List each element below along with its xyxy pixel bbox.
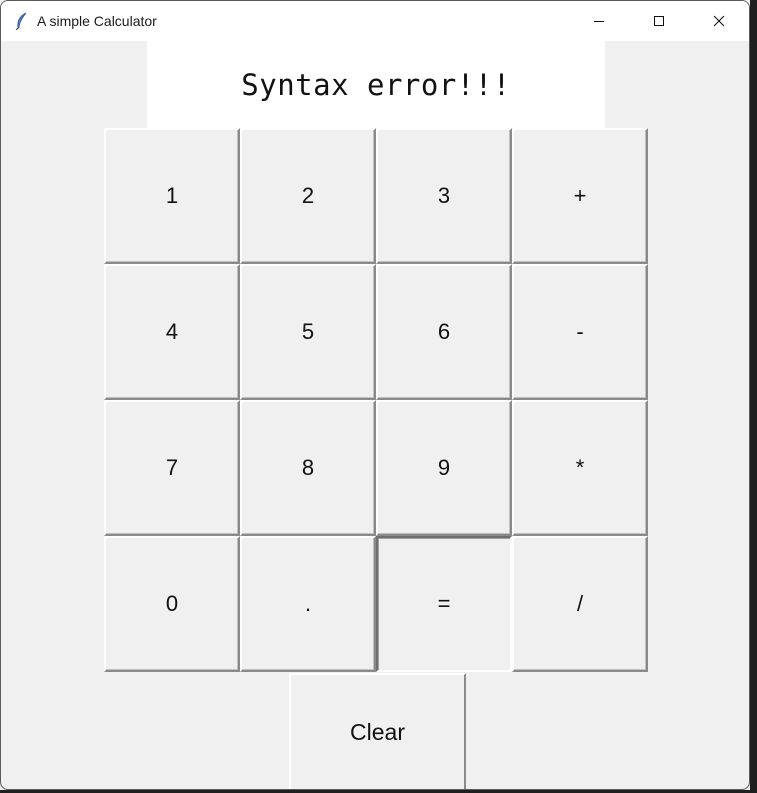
key-equals[interactable]: = (376, 536, 512, 672)
key-1[interactable]: 1 (104, 128, 240, 264)
key-6[interactable]: 6 (376, 264, 512, 400)
key-3[interactable]: 3 (376, 128, 512, 264)
result-display: Syntax error!!! (147, 41, 605, 129)
key-decimal[interactable]: . (240, 536, 376, 672)
minimize-button[interactable] (569, 1, 629, 41)
window-controls (569, 1, 749, 41)
title-bar[interactable]: A simple Calculator (1, 1, 749, 41)
key-multiply[interactable]: * (512, 400, 648, 536)
key-0[interactable]: 0 (104, 536, 240, 672)
key-8[interactable]: 8 (240, 400, 376, 536)
key-7[interactable]: 7 (104, 400, 240, 536)
window-title: A simple Calculator (37, 13, 157, 29)
clear-button[interactable]: Clear (289, 673, 466, 789)
maximize-icon (654, 16, 664, 26)
key-minus[interactable]: - (512, 264, 648, 400)
key-2[interactable]: 2 (240, 128, 376, 264)
key-9[interactable]: 9 (376, 400, 512, 536)
desktop-edge-right (750, 0, 757, 793)
maximize-button[interactable] (629, 1, 689, 41)
key-divide[interactable]: / (512, 536, 648, 672)
close-icon (713, 15, 725, 27)
feather-icon (14, 12, 30, 30)
key-4[interactable]: 4 (104, 264, 240, 400)
keypad: 1 2 3 + 4 5 6 - 7 8 9 * 0 . = / (104, 128, 650, 674)
minimize-icon (594, 21, 604, 22)
calculator-window: A simple Calculator Syntax error!!! 1 2 … (0, 0, 750, 790)
key-5[interactable]: 5 (240, 264, 376, 400)
close-button[interactable] (689, 1, 749, 41)
key-plus[interactable]: + (512, 128, 648, 264)
